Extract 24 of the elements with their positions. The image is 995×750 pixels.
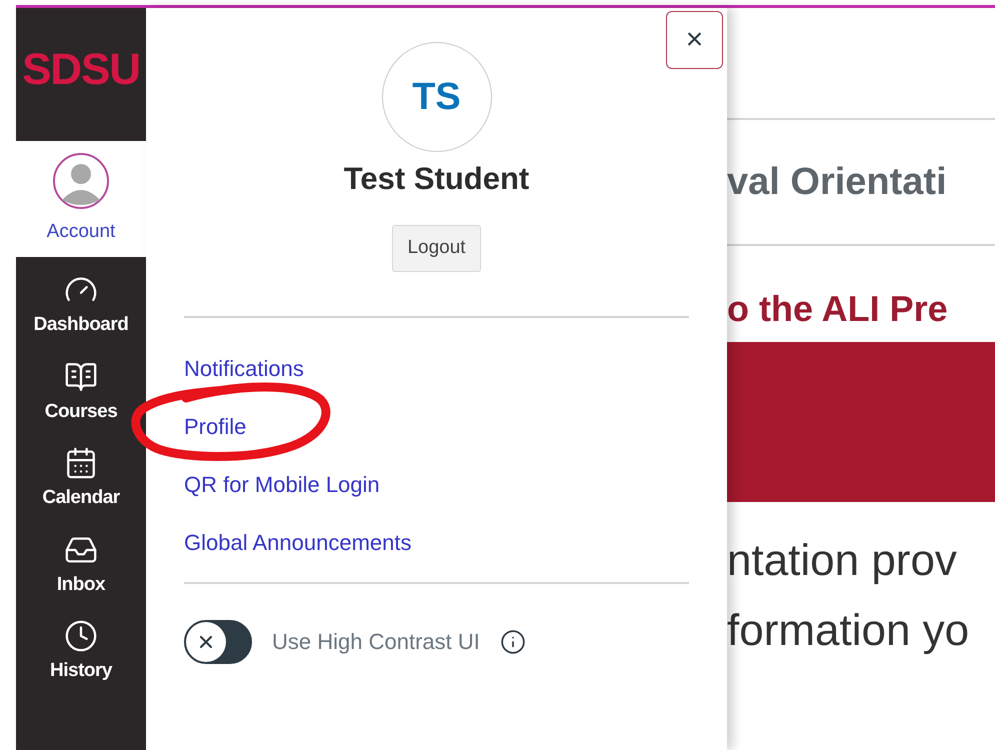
toggle-switch[interactable]	[184, 620, 252, 664]
page-title: val Orientati	[727, 160, 947, 204]
body-text: formation yo	[727, 605, 970, 657]
nav-item[interactable]: Calendar	[16, 446, 146, 512]
nav-item[interactable]: Courses	[16, 360, 146, 426]
initials: TS	[412, 74, 461, 120]
nav-item[interactable]: Inbox	[16, 532, 146, 599]
close-button[interactable]: ×	[666, 11, 723, 69]
nav-item[interactable]: Dashboard	[16, 273, 146, 340]
menu-link[interactable]: QR for Mobile Login	[184, 468, 380, 501]
section-heading: o the ALI Pre	[727, 287, 948, 331]
info-icon[interactable]	[500, 628, 526, 654]
avatar-icon	[52, 152, 110, 210]
menu-link[interactable]: Notifications	[184, 352, 304, 385]
calendar-icon	[64, 446, 98, 480]
nav-item[interactable]: History	[16, 619, 146, 686]
account-nav-item[interactable]: Account	[16, 141, 146, 257]
clock-icon	[64, 619, 98, 653]
menu-link[interactable]: Global Announcements	[184, 526, 412, 559]
toggle-label: Use High Contrast UI	[272, 628, 480, 656]
logout-button[interactable]: Logout	[392, 224, 481, 272]
menu-link[interactable]: Profile	[184, 410, 246, 443]
user-name: Test Student	[344, 160, 530, 198]
body-text: ntation prov	[727, 535, 958, 587]
